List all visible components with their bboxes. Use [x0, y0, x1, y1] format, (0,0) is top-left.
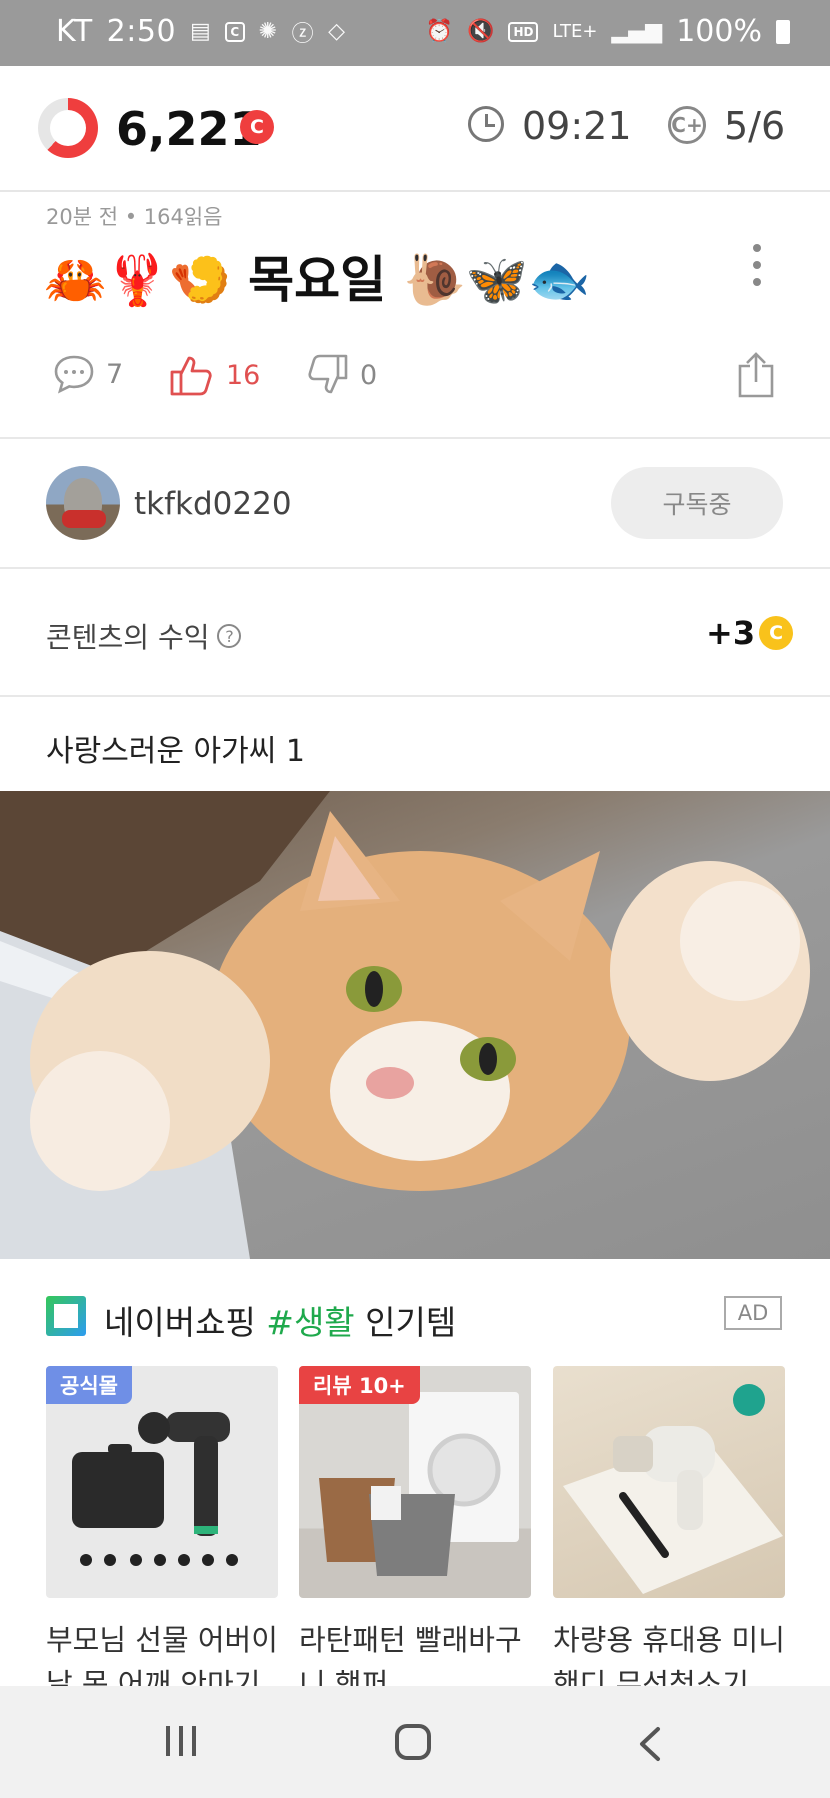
share-icon: [738, 352, 774, 398]
product-name-line: 라탄패턴 빨래바구: [299, 1623, 522, 1657]
like-button[interactable]: 16: [168, 352, 260, 398]
revenue-value-group: +3 C: [706, 614, 794, 652]
diamond-icon: ◇: [328, 19, 346, 44]
alarm-icon: ⏰: [425, 19, 454, 44]
handy-vacuum-image: [563, 1384, 783, 1594]
back-chevron-icon: [640, 1727, 660, 1761]
post-photo[interactable]: [0, 791, 830, 1259]
product-card[interactable]: 공식몰: [46, 1366, 278, 1598]
ad-title-suffix: 인기템: [354, 1303, 457, 1342]
revenue-row: 콘텐츠의 수익 ?: [46, 616, 242, 656]
ad-title-prefix: 네이버쇼핑: [104, 1303, 267, 1342]
carrier-label: KT: [56, 14, 93, 49]
comment-button[interactable]: 7: [52, 352, 123, 396]
cat-photo-illustration: [0, 791, 810, 1259]
coin-plus-icon: C+: [668, 106, 706, 144]
thumbs-down-icon: [308, 354, 348, 394]
z-icon: ⓩ: [291, 21, 315, 47]
product-tag: 공식몰: [46, 1366, 132, 1404]
coin-icon: C: [759, 616, 794, 650]
home-button[interactable]: [395, 1724, 431, 1760]
subscribe-button[interactable]: 구독중: [611, 467, 783, 539]
timer-label: 09:21: [522, 104, 632, 148]
signal-icon: ▂▄▆: [611, 19, 663, 44]
status-right: ⏰ 🔇 HD LTE+ ▂▄▆ 100%: [426, 14, 790, 49]
help-icon[interactable]: ?: [217, 624, 242, 648]
share-button[interactable]: [736, 352, 776, 402]
dislike-button[interactable]: 0: [306, 352, 377, 398]
product-card[interactable]: 리뷰 10+: [299, 1366, 531, 1598]
battery-icon: [776, 19, 790, 44]
ad-title-hashtag: #생활: [266, 1303, 355, 1342]
coin-icon: C: [240, 110, 274, 144]
avatar[interactable]: [46, 466, 120, 540]
divider: [0, 437, 830, 439]
cash-feed-icon: ▤: [190, 19, 212, 44]
comment-count: 7: [106, 358, 124, 390]
product-name-line: 부모님 선물 어버이: [46, 1623, 278, 1657]
divider: [0, 567, 830, 569]
top-header: 6,221 C 09:21 C+ 5/6: [0, 66, 830, 192]
comment-icon: [54, 355, 94, 394]
product-tag: 리뷰 10+: [299, 1366, 420, 1404]
more-options-icon[interactable]: [752, 244, 762, 290]
cash-icon: C: [225, 21, 245, 42]
progress-counter: 5/6: [724, 104, 786, 148]
status-time: 2:50: [106, 14, 177, 49]
author-username[interactable]: tkfkd0220: [134, 486, 292, 522]
clock-icon: [468, 106, 504, 142]
thumbs-up-icon: [170, 356, 212, 396]
mute-icon: 🔇: [467, 19, 495, 44]
navigation-bar: [0, 1686, 830, 1798]
post-title: 🦀🦞🍤 목요일 🐌🦋🐟: [44, 251, 591, 309]
dislike-count: 0: [360, 359, 378, 391]
battery-label: 100%: [676, 14, 762, 49]
ad-title[interactable]: 네이버쇼핑 #생활 인기템: [104, 1296, 456, 1344]
post-meta: 20분 전 • 164읽음: [46, 205, 223, 229]
revenue-label: 콘텐츠의 수익: [46, 621, 210, 654]
hd-icon: HD: [508, 21, 539, 42]
recent-apps-button[interactable]: [166, 1726, 196, 1756]
revenue-value: +3: [706, 614, 756, 652]
status-bar: KT 2:50 ▤ C ✺ ⓩ ◇ ⏰ 🔇 HD LTE+ ▂▄▆ 100%: [0, 0, 830, 66]
product-card[interactable]: [553, 1366, 785, 1598]
like-count: 16: [226, 359, 261, 391]
ad-badge: AD: [724, 1296, 782, 1330]
status-left: KT 2:50 ▤ C ✺ ⓩ ◇: [56, 14, 346, 49]
product-name-line: 차량용 휴대용 미니: [553, 1623, 785, 1657]
naver-shopping-logo-icon: [46, 1296, 86, 1336]
divider: [0, 695, 830, 697]
network-label: LTE+: [552, 21, 598, 42]
aperture-icon: ✺: [258, 19, 278, 44]
post-body-text: 사랑스러운 아가씨 1: [46, 734, 305, 769]
back-button[interactable]: [638, 1726, 662, 1766]
progress-ring-icon[interactable]: [38, 98, 98, 158]
